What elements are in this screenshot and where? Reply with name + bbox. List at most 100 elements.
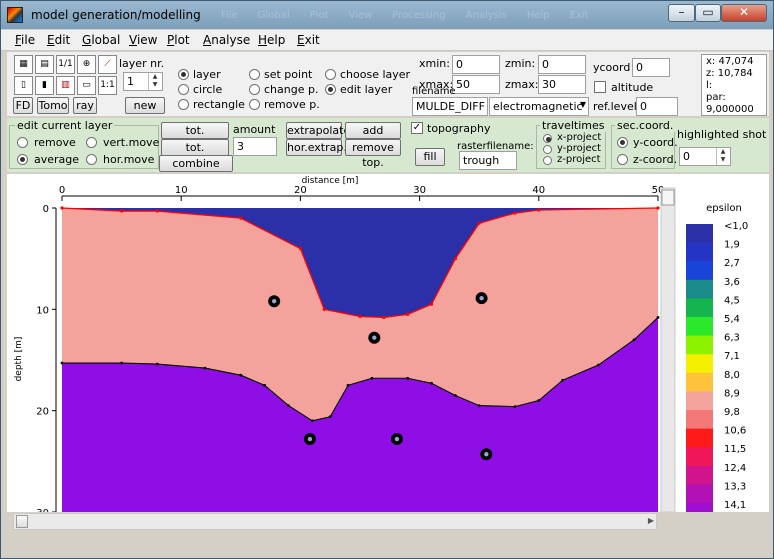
x-tick-label: 20 bbox=[294, 185, 307, 196]
topography-checkbox[interactable]: ✓ bbox=[411, 122, 423, 134]
menu-global[interactable]: Global bbox=[82, 33, 120, 47]
extrapolate-button[interactable]: extrapolate bbox=[286, 122, 350, 139]
highlighted-shot-input[interactable]: 0 ▲ ▼ bbox=[679, 147, 731, 166]
new-file-icon[interactable]: ▦ bbox=[14, 55, 33, 74]
method-select[interactable]: electromagnetic ▼ bbox=[489, 97, 589, 116]
legend-label: 4,5 bbox=[724, 295, 740, 306]
open-file-icon[interactable]: ▤ bbox=[35, 55, 54, 74]
toolbar: ▦ ▤ 1/1 ⊕ ⟋ ▯ ▮ ▥ ▭ 1:1 FD Tomo ray laye… bbox=[7, 52, 769, 116]
scroll-right-icon[interactable]: ▶ bbox=[648, 516, 654, 525]
remove-top-button[interactable]: remove top. bbox=[345, 139, 401, 169]
zoom-icon[interactable]: ⊕ bbox=[77, 55, 96, 74]
radio-circle[interactable] bbox=[178, 84, 189, 95]
ycoord-label: ycoord bbox=[593, 61, 631, 74]
legend-swatch bbox=[686, 354, 713, 374]
cursor-z: z: 10,784 bbox=[706, 68, 753, 79]
minimize-button[interactable]: – bbox=[668, 4, 695, 22]
model-chart-area[interactable]: 010203040500102030distance [m]depth [m] … bbox=[7, 174, 769, 541]
menu-analyse[interactable]: Analyse bbox=[203, 33, 250, 47]
titlebar[interactable]: model generation/modelling File Global Plo… bbox=[1, 1, 773, 29]
radio-x-project[interactable] bbox=[543, 134, 552, 143]
grid-1-1-icon[interactable]: 1/1 bbox=[56, 55, 75, 74]
edit-panel: edit current layer remove vert.move aver… bbox=[7, 118, 769, 185]
xmin-input[interactable]: 0 bbox=[452, 55, 500, 74]
radio-circle-label: circle bbox=[193, 83, 223, 96]
radio-set-point[interactable] bbox=[249, 69, 260, 80]
add-topog-button[interactable]: add topog. bbox=[345, 122, 401, 152]
model-chart[interactable]: 010203040500102030distance [m]depth [m] … bbox=[7, 174, 769, 541]
source-marker-center bbox=[479, 295, 484, 301]
menu-view[interactable]: View bbox=[129, 33, 157, 47]
altitude-checkbox[interactable] bbox=[594, 81, 606, 93]
zmax-input[interactable]: 30 bbox=[538, 75, 586, 94]
menu-plot[interactable]: Plot bbox=[167, 33, 190, 47]
print-icon[interactable]: ▭ bbox=[77, 76, 96, 95]
top-boundary-point bbox=[382, 315, 386, 320]
amount-input[interactable]: 3 bbox=[233, 137, 277, 156]
middle-boundary-point bbox=[239, 373, 243, 377]
save-icon[interactable]: ▥ bbox=[56, 76, 75, 95]
legend-label: 7,1 bbox=[724, 351, 740, 362]
radio-rectangle-label: rectangle bbox=[193, 98, 245, 111]
raster-filename-input[interactable]: trough bbox=[459, 151, 517, 170]
radio-z-project[interactable] bbox=[543, 156, 552, 165]
hor-extrap-button[interactable]: hor.extrap. bbox=[286, 139, 347, 156]
radio-edit-layer[interactable] bbox=[325, 84, 336, 95]
highlighted-shot-spinner[interactable]: ▲ ▼ bbox=[716, 148, 729, 165]
radio-remove[interactable] bbox=[17, 137, 28, 148]
radio-edit-layer-label: edit layer bbox=[340, 83, 393, 96]
vertical-scroll-thumb bbox=[661, 189, 675, 206]
legend-swatch bbox=[686, 410, 713, 430]
radio-average[interactable] bbox=[17, 154, 28, 165]
radio-rectangle[interactable] bbox=[178, 99, 189, 110]
fill-button[interactable]: fill bbox=[415, 148, 445, 166]
menu-edit[interactable]: Edit bbox=[47, 33, 70, 47]
maximize-button[interactable]: ▭ bbox=[695, 4, 721, 22]
radio-remove-point[interactable] bbox=[249, 99, 260, 110]
xmax-input[interactable]: 50 bbox=[452, 75, 500, 94]
menu-exit[interactable]: Exit bbox=[297, 33, 320, 47]
radio-vert-move[interactable] bbox=[86, 137, 97, 148]
zmin-input[interactable]: 0 bbox=[538, 55, 586, 74]
ray-icon[interactable]: ⟋ bbox=[98, 55, 117, 74]
legend-label: 14,1 bbox=[724, 500, 746, 511]
radio-y-project[interactable] bbox=[543, 145, 552, 154]
radio-z-coord[interactable] bbox=[617, 154, 628, 165]
menu-file[interactable]: File bbox=[15, 33, 35, 47]
menu-help[interactable]: Help bbox=[258, 33, 285, 47]
layer-nr-spinner[interactable]: ▲ ▼ bbox=[148, 73, 161, 90]
new-layer-button[interactable]: new bbox=[125, 97, 165, 114]
top-boundary-point bbox=[453, 257, 457, 261]
top-boundary-point bbox=[155, 209, 159, 213]
tomo-button[interactable]: Tomo bbox=[37, 97, 69, 114]
top-boundary-point bbox=[239, 216, 243, 220]
page-copy-icon[interactable]: ▮ bbox=[35, 76, 54, 95]
radio-choose-layer[interactable] bbox=[325, 69, 336, 80]
horizontal-scrollbar[interactable]: ▶ bbox=[13, 513, 657, 530]
radio-y-coord[interactable] bbox=[617, 137, 628, 148]
y-tick-label: 20 bbox=[36, 407, 49, 418]
radio-y-coord-label: y-coord. bbox=[633, 136, 678, 149]
top-boundary-point bbox=[60, 206, 64, 210]
scroll-thumb[interactable] bbox=[16, 515, 28, 528]
page-icon[interactable]: ▯ bbox=[14, 76, 33, 95]
close-button[interactable]: ✕ bbox=[721, 4, 767, 22]
radio-change-point[interactable] bbox=[249, 84, 260, 95]
radio-hor-move[interactable] bbox=[86, 154, 97, 165]
radio-layer[interactable] bbox=[178, 69, 189, 80]
ray-button[interactable]: ray bbox=[73, 97, 97, 114]
radio-z-project-label: z-project bbox=[557, 154, 601, 165]
tot-ver-move-button[interactable]: tot. ver.move bbox=[161, 122, 229, 152]
aspect-1-1-icon[interactable]: 1:1 bbox=[98, 76, 117, 95]
legend-swatch bbox=[686, 261, 713, 281]
legend-swatch bbox=[686, 484, 713, 504]
layer-nr-label: layer nr. bbox=[119, 57, 165, 70]
tot-hor-move-button[interactable]: tot. hor.move bbox=[161, 139, 229, 169]
fd-button[interactable]: FD bbox=[13, 97, 33, 114]
reflevel-input[interactable]: 0 bbox=[636, 97, 678, 116]
ycoord-input[interactable]: 0 bbox=[632, 58, 670, 77]
combine-layers-button[interactable]: combine layers bbox=[159, 155, 233, 185]
cursor-par: par: 9,000000 bbox=[706, 92, 754, 115]
layer-nr-input[interactable]: 1 ▲ ▼ bbox=[123, 72, 163, 91]
filename-input[interactable]: MULDE_DIFF bbox=[412, 97, 488, 116]
